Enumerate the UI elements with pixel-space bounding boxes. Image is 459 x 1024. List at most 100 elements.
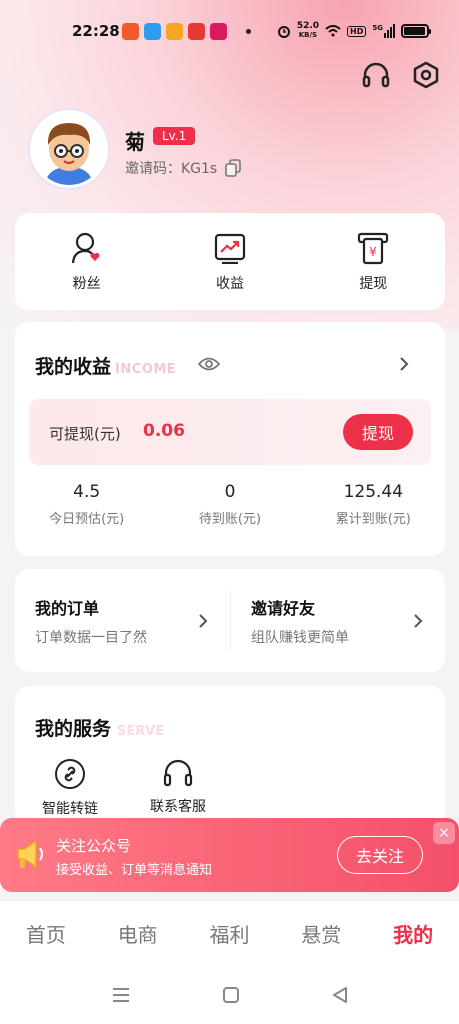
income-stats: 4.5 今日预估(元) 0 待到账(元) 125.44 累计到账(元) [15,482,445,527]
quick-action-withdraw[interactable]: ¥ 提现 [328,231,418,293]
chevron-right-icon [199,613,208,628]
settings-icon [413,61,439,89]
username: 菊 [125,130,145,154]
battery-icon [401,24,431,38]
orders-invite-card: 我的订单 订单数据一目了然 邀请好友 组队赚钱更简单 [15,569,445,672]
invite-friends-entry[interactable]: 邀请好友 组队赚钱更简单 [230,590,445,651]
signal-bar-icon [393,24,395,38]
quick-action-earnings[interactable]: 收益 [185,231,275,293]
copy-icon[interactable] [225,159,242,177]
services-card: 我的服务 SERVE 智能转链 联系客服 [15,686,445,826]
withdrawable-value: 0.06 [143,421,185,441]
stat-label: 累计到账(元) [335,512,411,527]
user-profile: 菊 Lv.1 邀请码：KG1s [30,110,430,190]
headset-icon [362,62,390,88]
stat-label: 今日预估(元) [49,512,125,527]
battery-fill [404,27,425,35]
app-notification-icon [166,22,183,40]
tab-welfare[interactable]: 福利 [194,919,264,948]
more-notifications-dot [246,28,251,34]
notification-icons [122,22,251,40]
bottom-tab-bar: 首页 电商 福利 悬赏 我的 [0,900,459,966]
invite-friends-subtitle: 组队赚钱更简单 [251,629,349,646]
chevron-right-icon[interactable] [399,356,409,372]
stat-value: 4.5 [73,482,101,502]
network-speed-value: 52.0 [296,21,320,31]
banner-subtitle: 接受收益、订单等消息通知 [56,863,213,878]
withdrawable-label: 可提现(元) [49,425,121,443]
svg-text:¥: ¥ [369,245,377,259]
invite-code-row: 邀请码：KG1s [125,158,242,178]
invite-code-text: 邀请码：KG1s [125,158,217,178]
signal-indicator: 5G [372,24,395,38]
withdrawable-panel: 可提现(元) 0.06 提现 [29,399,431,465]
tab-ecommerce[interactable]: 电商 [103,919,173,948]
income-title: 我的收益 [35,356,112,378]
network-speed-unit: KB/S [298,31,318,39]
tab-home[interactable]: 首页 [11,919,81,948]
avatar[interactable] [30,110,108,188]
signal-label: 5G [372,24,383,32]
stat-today-estimate[interactable]: 4.5 今日预估(元) [15,482,158,527]
level-badge: Lv.1 [153,127,196,145]
system-navigation-bar [0,966,459,1024]
follow-account-banner[interactable]: × 关注公众号 接受收益、订单等消息通知 去关注 [0,818,459,892]
status-bar: 22:28 52.0 KB/S HD 5G [0,18,459,44]
status-indicators: 52.0 KB/S HD 5G [277,22,431,40]
app-notification-icon [144,22,161,40]
signal-bar-icon [387,30,389,38]
follow-button[interactable]: 去关注 [337,836,423,874]
quick-action-label: 粉丝 [72,275,101,292]
income-title-en: INCOME [115,362,177,377]
customer-service-button[interactable] [361,60,391,90]
invite-code-value: KG1s [181,161,218,177]
banner-close-button[interactable]: × [433,822,455,844]
services-header: 我的服务 SERVE [35,714,164,741]
menu-icon[interactable] [112,987,130,1003]
stat-pending[interactable]: 0 待到账(元) [158,482,301,527]
header-actions [361,60,441,90]
services-title: 我的服务 [35,718,112,740]
status-time: 22:28 [72,22,120,40]
hd-badge: HD [347,25,367,37]
stat-value: 125.44 [343,482,404,502]
megaphone-icon [17,839,43,869]
invite-code-label: 邀请码： [125,161,181,177]
fans-icon [70,231,104,265]
withdraw-button[interactable]: 提现 [343,414,413,450]
wifi-icon [325,25,341,37]
my-orders-entry[interactable]: 我的订单 订单数据一目了然 [15,591,230,651]
earnings-icon [213,231,247,265]
eye-icon[interactable] [198,356,220,372]
income-header: 我的收益 INCOME [35,352,176,379]
my-orders-subtitle: 订单数据一目了然 [35,629,147,646]
headset-icon [163,759,193,787]
tab-mine[interactable]: 我的 [378,919,448,948]
service-smart-link[interactable]: 智能转链 [31,758,109,818]
app-notification-icon [210,22,227,40]
tab-bounty[interactable]: 悬赏 [286,919,356,948]
service-customer-support[interactable]: 联系客服 [139,758,217,818]
stat-label: 待到账(元) [198,512,262,527]
withdraw-icon: ¥ [356,231,390,265]
app-notification-icon [188,22,205,40]
services-list: 智能转链 联系客服 [31,758,217,818]
stat-total-received[interactable]: 125.44 累计到账(元) [302,482,445,527]
stat-value: 0 [224,482,236,502]
avatar-image [33,113,105,185]
network-speed: 52.0 KB/S [297,22,319,40]
income-card: 我的收益 INCOME 可提现(元) 0.06 提现 4.5 今日预估(元) 0… [15,322,445,556]
service-label: 智能转链 [42,801,98,817]
app-notification-icon [122,22,139,40]
signal-bar-icon [390,27,392,38]
banner-title: 关注公众号 [56,837,132,855]
quick-action-fans[interactable]: 粉丝 [42,231,132,293]
settings-button[interactable] [411,60,441,90]
services-title-en: SERVE [117,724,165,739]
service-label: 联系客服 [150,799,206,815]
quick-action-label: 收益 [215,275,244,292]
link-icon [55,759,85,789]
back-icon[interactable] [332,986,348,1004]
home-square-icon[interactable] [222,986,240,1004]
chevron-right-icon [414,613,423,628]
